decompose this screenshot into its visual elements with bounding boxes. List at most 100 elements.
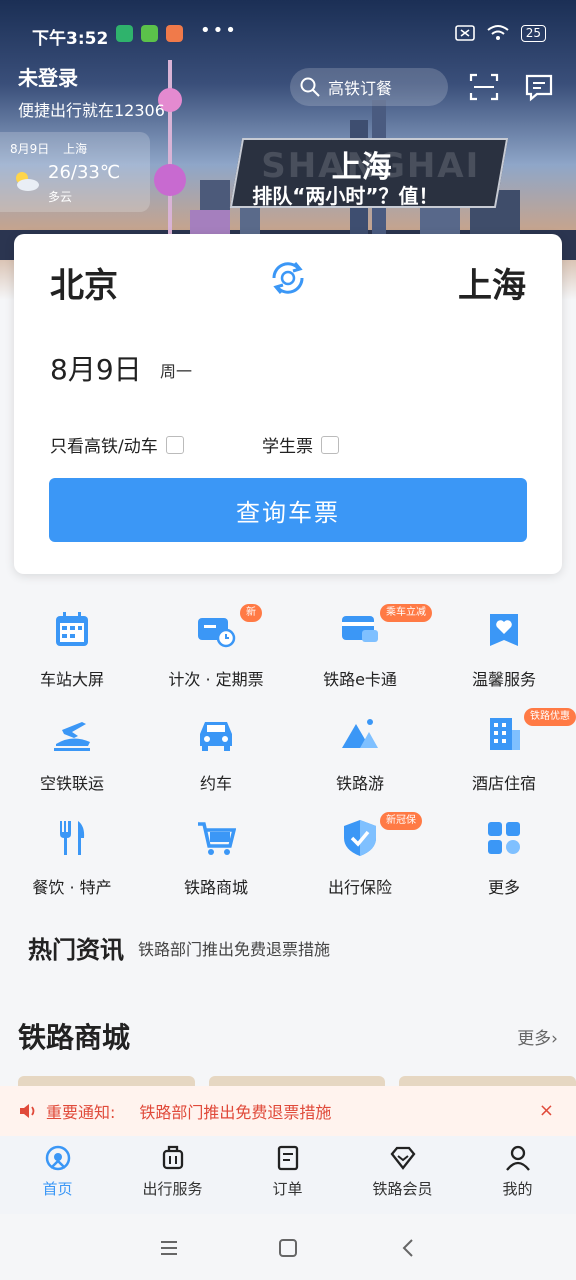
service-rail-tour-button[interactable]: 铁路游	[288, 700, 432, 804]
service-care-service-button[interactable]: 温馨服务	[432, 596, 576, 700]
service-station-screen-button[interactable]: 车站大屏	[0, 596, 144, 700]
login-subtitle: 便捷出行就在12306	[18, 101, 165, 120]
ticket-search-card: 北京 上海 8月9日 周一 只看高铁/动车 学生票 查询车票	[14, 234, 562, 574]
air-rail-icon	[54, 722, 90, 751]
banner-slogan: 排队“两小时”？值！	[252, 184, 439, 208]
weather-temp: 26/33℃	[48, 162, 121, 183]
service-label: 更多	[487, 878, 520, 897]
wifi-icon	[487, 25, 509, 40]
tab-profile[interactable]: 我的	[460, 1144, 575, 1199]
home-square-icon[interactable]	[274, 1234, 302, 1262]
mall-more-link[interactable]: 更多›	[517, 1024, 558, 1049]
highspeed-only-label: 只看高铁/动车	[50, 437, 158, 457]
notice-label: 重要通知:	[46, 1103, 116, 1122]
luggage-icon	[162, 1145, 183, 1170]
station-screen-icon	[56, 612, 88, 646]
service-car-button[interactable]: 约车	[144, 700, 288, 804]
hot-news[interactable]: 热门资讯 铁路部门推出免费退票措施	[28, 930, 330, 965]
service-ecard-button[interactable]: 铁路e卡通 乘车立减	[288, 596, 432, 700]
shield-app-icon	[116, 25, 133, 42]
hot-news-title: 热门资讯	[28, 935, 124, 964]
weather-date: 8月9日	[10, 142, 50, 156]
search-placeholder: 高铁订餐	[328, 79, 393, 98]
insurance-shield-icon	[344, 820, 376, 856]
service-more-grid-button[interactable]: 更多	[432, 804, 576, 908]
search-icon	[300, 77, 320, 97]
hotel-icon	[490, 718, 520, 750]
service-label: 空铁联运	[39, 774, 104, 793]
service-mall-cart-button[interactable]: 铁路商城	[144, 804, 288, 908]
mall-cart-icon	[198, 822, 236, 855]
service-tag-badge: 乘车立减	[380, 604, 432, 622]
arrival-city[interactable]: 上海	[458, 258, 526, 307]
login-block[interactable]: 未登录 便捷出行就在12306	[18, 62, 165, 121]
status-right: 25	[454, 24, 546, 42]
shop-app-icon	[166, 25, 183, 42]
battery-icon: 25	[520, 24, 546, 42]
weather-widget[interactable]: 8月9日 上海 26/33℃ 多云	[0, 132, 150, 212]
service-periodic-ticket-button[interactable]: 计次 · 定期票 新	[144, 596, 288, 700]
more-grid-icon	[488, 822, 520, 854]
service-tag-badge: 新冠保	[380, 812, 422, 830]
ecard-icon	[342, 616, 378, 642]
service-label: 温馨服务	[471, 670, 536, 689]
service-dining-button[interactable]: 餐饮 · 特产	[0, 804, 144, 908]
search-input[interactable]: 高铁订餐	[290, 68, 448, 106]
student-ticket-checkbox[interactable]	[321, 435, 339, 454]
travel-weekday: 周一	[160, 362, 193, 381]
notice-text[interactable]: 铁路部门推出免费退票措施	[139, 1099, 331, 1123]
important-notice-bar[interactable]: 重要通知: 铁路部门推出免费退票措施 ×	[0, 1086, 576, 1136]
close-icon[interactable]: ×	[539, 1100, 554, 1121]
user-icon	[505, 1145, 530, 1171]
service-label: 计次 · 定期票	[168, 670, 264, 689]
student-ticket-label: 学生票	[262, 437, 313, 457]
message-icon[interactable]	[523, 72, 555, 102]
service-label: 餐饮 · 特产	[32, 878, 112, 897]
service-air-rail-button[interactable]: 空铁联运	[0, 700, 144, 804]
tab-home-label: 首页	[42, 1180, 73, 1198]
service-insurance-shield-button[interactable]: 出行保险 新冠保	[288, 804, 432, 908]
service-label: 酒店住宿	[471, 774, 536, 793]
mall-section-title: 铁路商城	[18, 1021, 131, 1054]
query-tickets-button[interactable]: 查询车票	[49, 478, 527, 542]
weather-condition: 多云	[48, 190, 73, 204]
more-notifications-icon: •••	[200, 20, 238, 41]
periodic-ticket-icon	[198, 618, 236, 648]
rail-tour-icon	[342, 719, 378, 748]
scan-icon[interactable]	[468, 72, 500, 102]
service-label: 铁路游	[335, 774, 384, 793]
tab-home[interactable]: 首页	[0, 1144, 115, 1199]
service-label: 出行保险	[327, 878, 392, 897]
partly-cloudy-icon	[16, 172, 39, 191]
tab-travel-service-label: 出行服务	[142, 1180, 203, 1198]
promo-banner[interactable]: SHANGHAI 上海 排队“两小时”？值！	[229, 138, 509, 208]
bottom-tab-bar: 首页 出行服务 订单 铁路会员 我的	[0, 1136, 576, 1214]
tab-travel-service[interactable]: 出行服务	[115, 1144, 230, 1199]
service-hotel-button[interactable]: 酒店住宿 铁路优惠	[432, 700, 576, 804]
status-app-icons	[116, 25, 183, 42]
service-label: 铁路商城	[183, 878, 248, 897]
swap-stations-icon[interactable]	[268, 258, 308, 298]
service-label: 约车	[199, 774, 232, 793]
login-title[interactable]: 未登录	[18, 62, 165, 91]
tab-orders-label: 订单	[272, 1180, 303, 1198]
tab-profile-label: 我的	[502, 1180, 533, 1198]
service-tag-badge: 铁路优惠	[524, 708, 576, 726]
departure-city[interactable]: 北京	[50, 258, 118, 307]
tab-membership-label: 铁路会员	[372, 1180, 433, 1198]
highspeed-only-checkbox[interactable]	[165, 435, 184, 454]
student-ticket-option[interactable]: 学生票	[262, 432, 339, 457]
weather-city: 上海	[63, 142, 88, 156]
menu-icon[interactable]	[155, 1234, 183, 1262]
back-icon[interactable]	[394, 1234, 422, 1262]
status-time: 下午3:52	[32, 29, 109, 49]
hot-news-text[interactable]: 铁路部门推出免费退票措施	[138, 936, 330, 960]
speaker-icon	[20, 1104, 35, 1118]
highspeed-only-option[interactable]: 只看高铁/动车	[50, 432, 184, 457]
order-list-icon	[277, 1145, 298, 1171]
system-nav-bar	[0, 1214, 576, 1280]
travel-date[interactable]: 8月9日	[50, 348, 142, 388]
status-bar: 下午3:52 ••• 25	[0, 0, 576, 70]
tab-membership[interactable]: 铁路会员	[345, 1144, 460, 1199]
tab-orders[interactable]: 订单	[230, 1144, 345, 1199]
